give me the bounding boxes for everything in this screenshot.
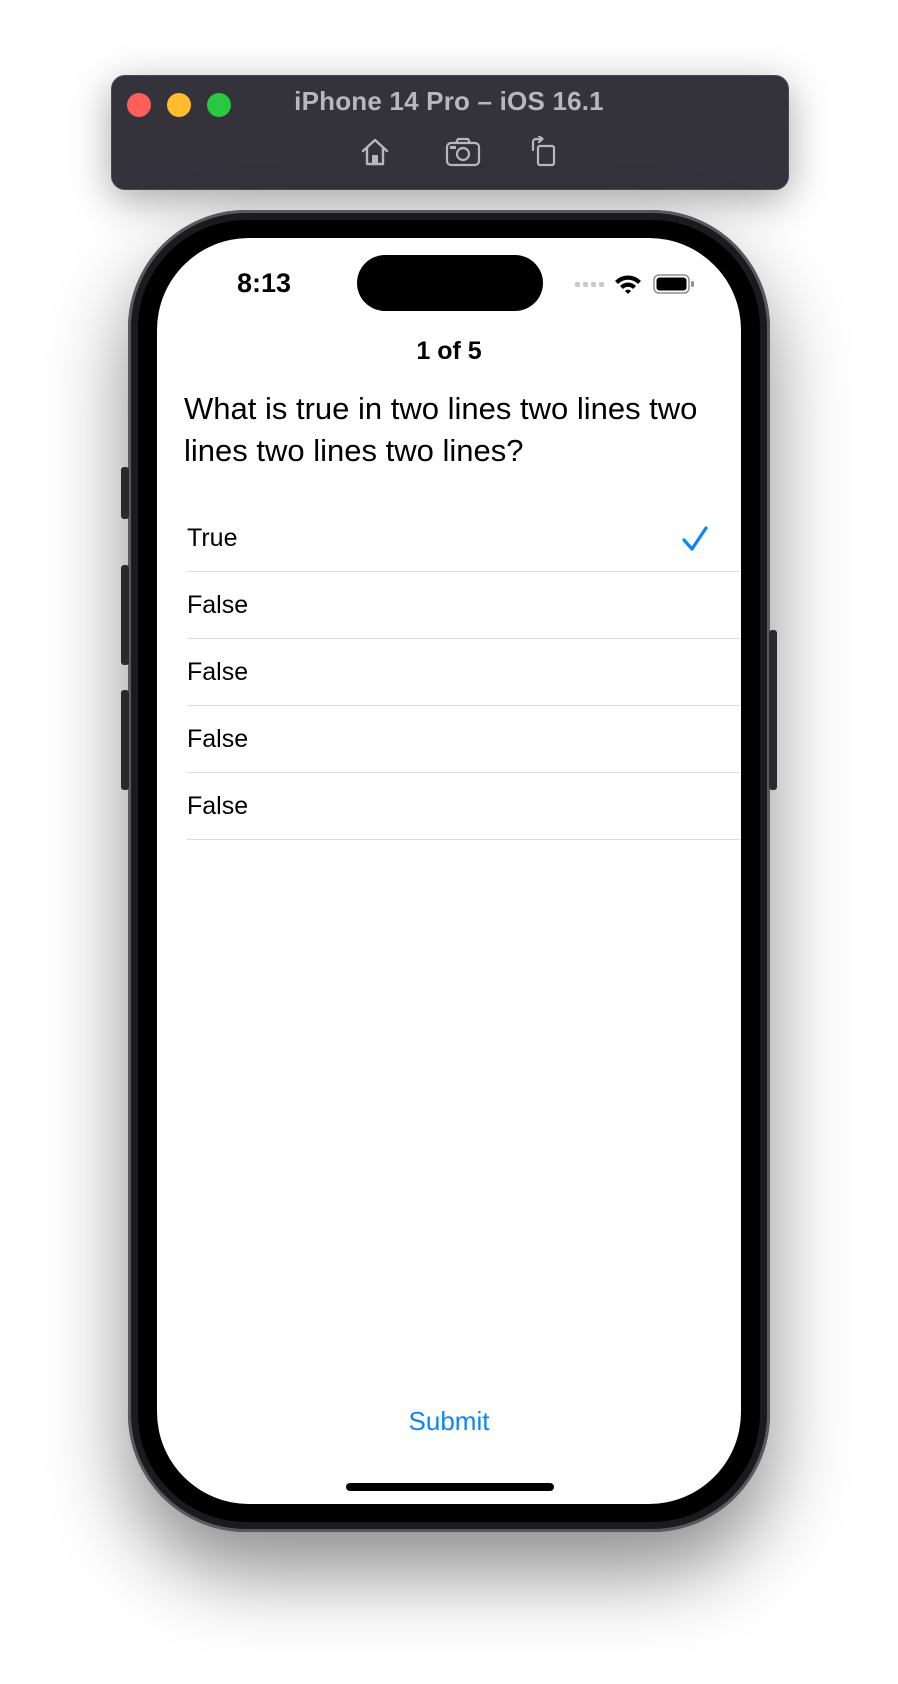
answer-label: False bbox=[187, 590, 249, 619]
answer-option[interactable]: False bbox=[187, 572, 741, 639]
submit-button[interactable]: Submit bbox=[157, 1406, 741, 1437]
answer-label: False bbox=[187, 657, 249, 686]
status-icons bbox=[575, 272, 695, 296]
home-button[interactable] bbox=[355, 134, 395, 170]
simulator-title: iPhone 14 Pro – iOS 16.1 bbox=[294, 86, 604, 116]
answer-label: False bbox=[187, 791, 249, 820]
action-button[interactable] bbox=[121, 467, 129, 519]
wifi-icon bbox=[615, 275, 641, 294]
answer-option[interactable]: True bbox=[187, 505, 741, 572]
question-text: What is true in two lines two lines two … bbox=[184, 391, 698, 468]
answer-list: True False False False False bbox=[187, 505, 741, 840]
home-icon bbox=[361, 138, 389, 166]
answer-option[interactable]: False bbox=[187, 773, 741, 840]
rotate-button[interactable] bbox=[524, 134, 564, 170]
rotate-icon bbox=[531, 136, 556, 167]
volume-down-button[interactable] bbox=[121, 690, 129, 790]
home-indicator[interactable] bbox=[346, 1483, 554, 1491]
cellular-signal-icon bbox=[575, 282, 604, 287]
screenshot-camera-icon bbox=[445, 137, 481, 167]
answer-option[interactable]: False bbox=[187, 639, 741, 706]
status-time: 8:13 bbox=[237, 268, 292, 298]
answer-label: True bbox=[187, 523, 238, 552]
dynamic-island bbox=[357, 255, 543, 311]
screenshot-button[interactable] bbox=[443, 134, 483, 170]
phone-screen: 8:13 1 of 5 What is true in two lines tw… bbox=[157, 238, 741, 1504]
checkmark-icon bbox=[682, 526, 708, 551]
volume-up-button[interactable] bbox=[121, 565, 129, 665]
battery-icon bbox=[653, 274, 694, 294]
question-progress: 1 of 5 bbox=[416, 337, 482, 365]
simulator-stage: iPhone 14 Pro – iOS 16.1 8:13 1 of 5 Wha… bbox=[0, 0, 898, 1684]
power-button[interactable] bbox=[769, 630, 777, 790]
answer-option[interactable]: False bbox=[187, 706, 741, 773]
answer-label: False bbox=[187, 724, 249, 753]
